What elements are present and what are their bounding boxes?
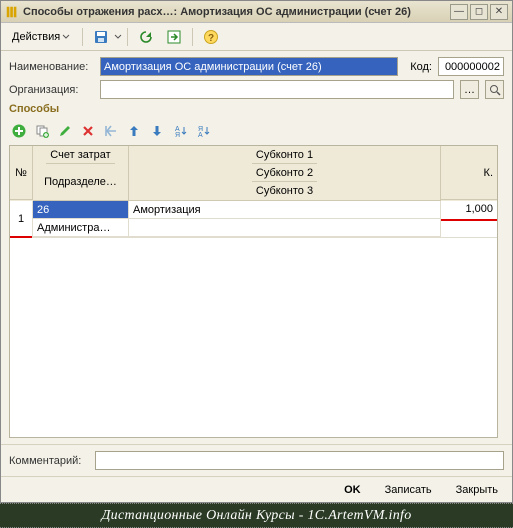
comment-row: Комментарий: (1, 444, 512, 476)
cell-left-group: 26 Администра… (33, 201, 129, 237)
plus-circle-icon (11, 123, 27, 139)
sort-desc-button[interactable]: ЯА (193, 121, 213, 141)
code-label: Код: (404, 61, 432, 73)
actions-label: Действия (12, 31, 60, 43)
save-button[interactable]: Записать (379, 482, 438, 498)
cell-division[interactable]: Администра… (33, 219, 128, 237)
arrow-up-icon (126, 123, 142, 139)
sort-asc-icon: АЯ (172, 123, 188, 139)
org-label: Организация: (9, 84, 94, 96)
separator (192, 28, 193, 46)
name-row: Наименование: Код: (9, 57, 504, 76)
svg-text:А: А (198, 132, 203, 139)
col-left-group: Счет затрат Подразделе… (33, 146, 129, 201)
col-sub2[interactable]: Субконто 2 (252, 164, 317, 182)
refresh-button[interactable] (133, 26, 159, 48)
name-label: Наименование: (9, 61, 94, 73)
col-sub-group: Субконто 1 Субконто 2 Субконто 3 (129, 146, 441, 201)
ok-button[interactable]: OK (338, 482, 367, 498)
sort-desc-icon: ЯА (195, 123, 211, 139)
code-input[interactable] (438, 57, 504, 76)
chevron-down-icon (114, 33, 122, 41)
col-sub1[interactable]: Субконто 1 (252, 146, 317, 164)
window-title: Способы отражения расх…: Амортизация ОС … (23, 6, 448, 18)
org-row: Организация: … (9, 80, 504, 99)
org-search-button[interactable] (485, 80, 504, 99)
go-button[interactable] (161, 26, 187, 48)
name-input[interactable] (100, 57, 398, 76)
chevron-down-icon (62, 33, 70, 41)
comment-input[interactable] (95, 451, 504, 470)
add-row-button[interactable] (9, 121, 29, 141)
titlebar: Способы отражения расх…: Амортизация ОС … (1, 1, 512, 23)
help-icon: ? (203, 29, 219, 45)
move-down-button[interactable] (147, 121, 167, 141)
minimize-button[interactable]: — (450, 4, 468, 20)
org-ellipsis-button[interactable]: … (460, 80, 479, 99)
form-body: Наименование: Код: Организация: … Способ… (1, 51, 512, 444)
section-title: Способы (9, 103, 504, 115)
help-button[interactable]: ? (198, 26, 224, 48)
col-num[interactable]: № (10, 146, 33, 200)
footer: OK Записать Закрыть (1, 476, 512, 502)
go-icon (166, 29, 182, 45)
col-account[interactable]: Счет затрат (46, 146, 114, 164)
col-division[interactable]: Подразделе… (40, 164, 121, 200)
move-first-button[interactable] (101, 121, 121, 141)
cell-account[interactable]: 26 (33, 201, 128, 219)
cell-sub2[interactable] (129, 219, 440, 237)
save-icon (93, 29, 109, 45)
grid: № Счет затрат Подразделе… Субконто 1 Суб… (9, 145, 498, 438)
search-icon (489, 84, 501, 96)
x-icon (80, 123, 96, 139)
col-sub3[interactable]: Субконто 3 (252, 182, 317, 200)
svg-text:?: ? (208, 33, 214, 44)
move-up-button[interactable] (124, 121, 144, 141)
comment-label: Комментарий: (9, 455, 89, 467)
main-toolbar: Действия ? (1, 23, 512, 51)
grid-body[interactable]: 1 26 Администра… Амортизация 1,000 (10, 201, 497, 437)
grid-toolbar: АЯ ЯА (9, 119, 504, 143)
cell-sub-group: Амортизация (129, 201, 441, 237)
arrow-down-icon (149, 123, 165, 139)
org-input[interactable] (100, 80, 454, 99)
actions-menu[interactable]: Действия (5, 26, 77, 48)
refresh-icon (138, 29, 154, 45)
col-k[interactable]: К. (441, 146, 497, 200)
copy-row-button[interactable] (32, 121, 52, 141)
sort-asc-button[interactable]: АЯ (170, 121, 190, 141)
edit-row-button[interactable] (55, 121, 75, 141)
cell-sub1[interactable]: Амортизация (129, 201, 440, 219)
cell-num: 1 (10, 201, 33, 237)
separator (82, 28, 83, 46)
svg-text:Я: Я (175, 132, 180, 139)
highlight-marker (10, 236, 32, 238)
save-icon-button[interactable] (88, 26, 114, 48)
arrow-first-icon (103, 123, 119, 139)
cell-k[interactable]: 1,000 (441, 201, 497, 237)
separator (127, 28, 128, 46)
window: Способы отражения расх…: Амортизация ОС … (0, 0, 513, 503)
delete-row-button[interactable] (78, 121, 98, 141)
copy-icon (34, 123, 50, 139)
maximize-button[interactable]: ◻ (470, 4, 488, 20)
highlight-marker (441, 219, 497, 221)
close-button[interactable]: ✕ (490, 4, 508, 20)
table-row[interactable]: 1 26 Администра… Амортизация 1,000 (10, 201, 497, 238)
grid-header: № Счет затрат Подразделе… Субконто 1 Суб… (10, 146, 497, 201)
app-icon (5, 5, 19, 19)
watermark-banner: Дистанционные Онлайн Курсы - 1C.ArtemVM.… (0, 503, 513, 528)
pencil-icon (57, 123, 73, 139)
close-footer-button[interactable]: Закрыть (450, 482, 504, 498)
